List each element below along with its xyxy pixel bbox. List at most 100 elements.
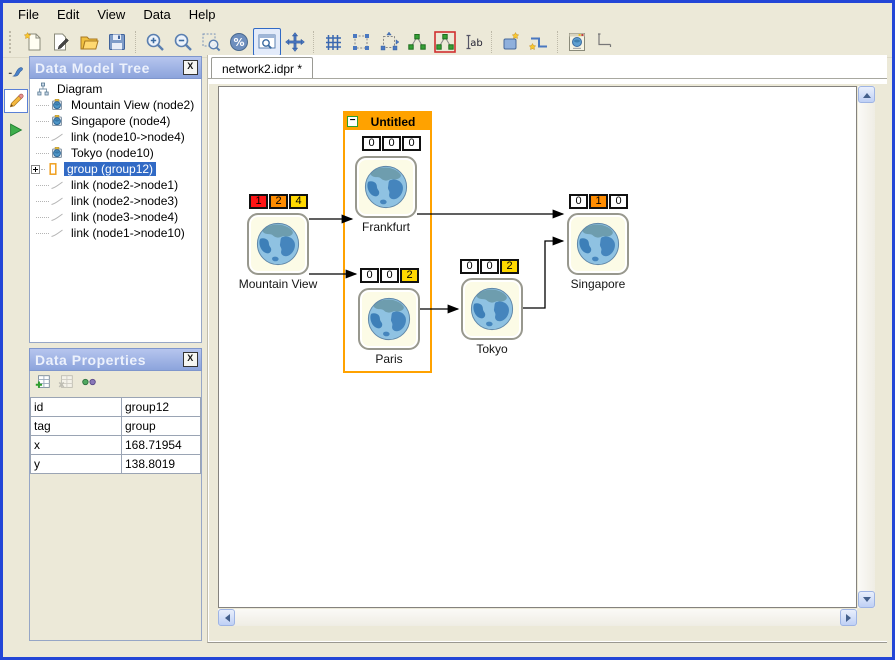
tree-item-link[interactable]: link (node1->node10) [30,225,201,241]
menu-help[interactable]: Help [180,4,225,25]
tree-item-link[interactable]: link (node3->node4) [30,209,201,225]
close-icon[interactable]: X [183,352,198,367]
run-button[interactable] [4,118,28,142]
move-nodes-icon [378,31,400,53]
horizontal-scrollbar[interactable] [218,609,857,626]
data-model-tree-titlebar[interactable]: Data Model Tree X [29,56,202,79]
selection-button[interactable] [347,28,375,56]
table-row: x 168.71954 [31,436,201,455]
vertical-scrollbar[interactable] [858,86,875,608]
link-tokyo-singapore[interactable] [523,241,563,308]
alarm-badge: 2 [400,268,419,283]
diagram-links [219,87,856,607]
property-key: id [31,398,122,417]
collapse-icon[interactable]: − [347,116,358,127]
node-mountain-view[interactable] [247,213,309,275]
delete-property-button[interactable] [57,373,75,396]
panel-title-text: Data Model Tree [35,60,150,76]
scroll-left-button[interactable] [218,609,235,626]
diagram-editor: network2.idpr * − Untitled [207,55,887,643]
property-key: tag [31,417,122,436]
new-document-icon [22,31,44,53]
tree-item-node2[interactable]: Mountain View (node2) [30,97,201,113]
tree-layout-active-button[interactable] [431,28,459,56]
open-button[interactable] [75,28,103,56]
tree-item-diagram[interactable]: Diagram [30,81,201,97]
edit-pencil-button[interactable] [4,89,28,113]
tree-layout-button[interactable] [403,28,431,56]
right-arrow-icon [846,614,855,622]
node-tokyo[interactable] [461,278,523,340]
zoom-out-button[interactable] [169,28,197,56]
diagram-canvas[interactable]: − Untitled 1 2 4 [218,86,857,608]
node-label: Mountain View [239,277,318,291]
expand-plus-icon[interactable] [31,165,40,174]
overview-button[interactable] [253,28,281,56]
table-row: tag group [31,417,201,436]
link-icon [50,210,64,224]
alarm-badge: 0 [569,194,588,209]
add-property-button[interactable] [34,373,52,396]
zoom-area-button[interactable] [197,28,225,56]
data-properties-body: id group12 tag group x 168.71954 y 138.8… [29,371,202,641]
group-header[interactable]: − Untitled [345,113,430,130]
left-arrow-icon [221,614,230,622]
tree-item-node10[interactable]: Tokyo (node10) [30,145,201,161]
run-icon [7,121,25,139]
grid-button[interactable] [319,28,347,56]
tree-item-link[interactable]: link (node2->node3) [30,193,201,209]
node-singapore[interactable] [567,213,629,275]
menu-file[interactable]: File [9,4,48,25]
up-arrow-icon [863,89,871,98]
close-icon[interactable]: X [183,60,198,75]
tree-item-node4[interactable]: Singapore (node4) [30,113,201,129]
alarm-badge: 1 [249,194,268,209]
globe-icon [255,221,301,267]
toggle-dots-button[interactable] [80,373,98,396]
menu-data[interactable]: Data [134,4,179,25]
svg-text:ab: ab [470,38,482,49]
scroll-up-button[interactable] [858,86,875,103]
tree-item-link[interactable]: link (node2->node1) [30,177,201,193]
svg-text:%: % [233,36,244,49]
overview-icon [256,31,278,53]
new-node-button[interactable] [497,28,525,56]
menu-edit[interactable]: Edit [48,4,88,25]
delete-property-icon [57,373,75,391]
move-nodes-button[interactable] [375,28,403,56]
tree-item-link[interactable]: link (node10->node4) [30,129,201,145]
down-arrow-icon [863,597,871,606]
save-button[interactable] [103,28,131,56]
scroll-down-button[interactable] [858,591,875,608]
node-badges: 0 0 2 [460,259,519,274]
zoom-out-icon [172,31,194,53]
pan-button[interactable] [281,28,309,56]
property-value[interactable]: group12 [122,398,201,417]
menu-view[interactable]: View [88,4,134,25]
tab-network2[interactable]: network2.idpr * [211,57,313,78]
data-properties-titlebar[interactable]: Data Properties X [29,348,202,371]
menu-bar: File Edit View Data Help [3,3,892,26]
group-icon [46,162,60,176]
node-paris[interactable] [358,288,420,350]
zoom-in-button[interactable] [141,28,169,56]
style-brush-icon [7,63,25,81]
symbol-palette-button[interactable] [563,28,591,56]
node-label: Frankfurt [362,220,410,234]
edit-document-button[interactable] [47,28,75,56]
toolbar-separator [557,31,559,53]
scroll-right-button[interactable] [840,609,857,626]
new-link-button[interactable] [525,28,553,56]
property-value[interactable]: 168.71954 [122,436,201,455]
tree-item-group12[interactable]: group (group12) [30,161,201,177]
zoom-percent-button[interactable]: % [225,28,253,56]
property-value[interactable]: group [122,417,201,436]
label-button[interactable]: ab [459,28,487,56]
node-frankfurt[interactable] [355,156,417,218]
node-icon [50,98,64,112]
style-brush-button[interactable] [4,60,28,84]
node-badges: 1 2 4 [249,194,308,209]
property-value[interactable]: 138.8019 [122,455,201,474]
link-style-button[interactable] [591,28,619,56]
new-document-button[interactable] [19,28,47,56]
